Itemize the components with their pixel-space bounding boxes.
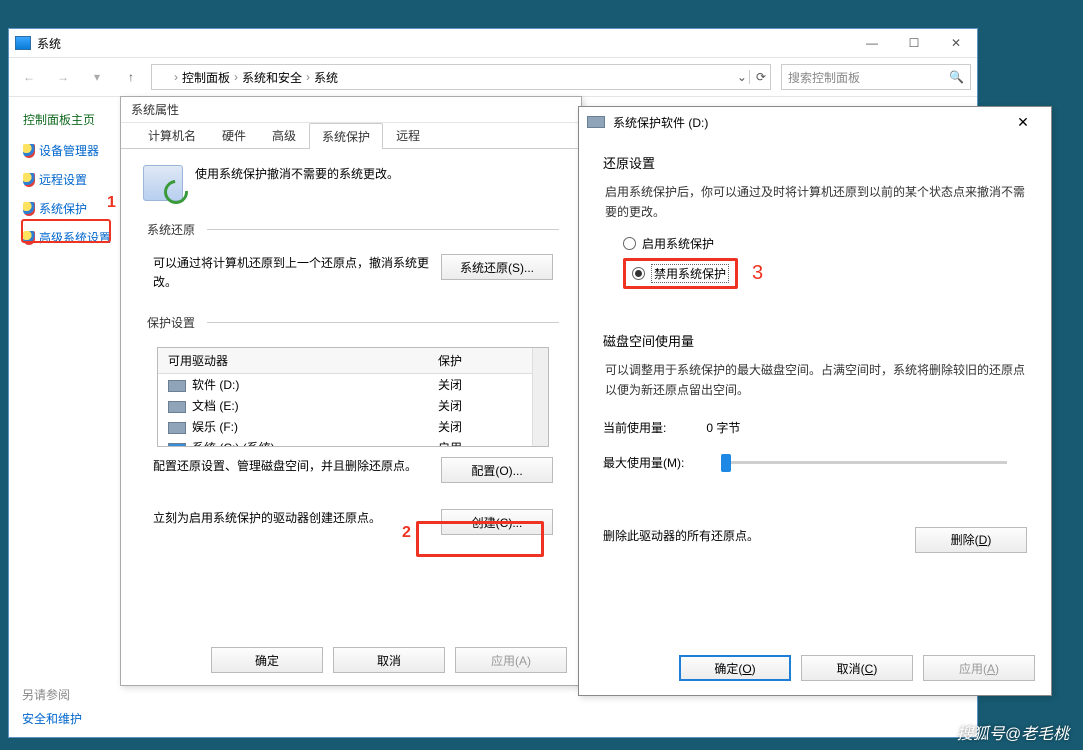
annotation-1: 1 <box>107 194 116 212</box>
sub-title-text: 系统保护软件 (D:) <box>613 114 708 131</box>
addr-dropdown[interactable]: ⌄ <box>737 70 747 84</box>
annotation-3: 3 <box>752 262 763 285</box>
drive-icon <box>168 422 186 434</box>
apply-button[interactable]: 应用(A) <box>455 647 567 673</box>
usage-desc: 可以调整用于系统保护的最大磁盘空间。占满空间时，系统将删除较旧的还原点以便为新还… <box>603 360 1027 401</box>
back-button[interactable]: ← <box>15 65 43 89</box>
system-properties-dialog: 系统属性 计算机名 硬件 高级 系统保护 远程 使用系统保护撤消不需要的系统更改… <box>120 96 582 686</box>
search-box[interactable]: 搜索控制面板 🔍 <box>781 64 971 90</box>
crumb-cat[interactable]: 系统和安全 <box>242 69 302 86</box>
apply-button[interactable]: 应用(A) <box>923 655 1035 681</box>
current-usage-label: 当前使用量: <box>603 419 703 436</box>
col-drive: 可用驱动器 <box>158 348 428 374</box>
maximize-button[interactable]: ☐ <box>893 29 935 57</box>
titlebar: 系统 — ☐ ✕ <box>9 29 977 57</box>
refresh-button[interactable]: ⟳ <box>749 70 766 84</box>
scrollbar[interactable] <box>532 348 548 446</box>
tab-advanced[interactable]: 高级 <box>259 122 309 148</box>
system-restore-button[interactable]: 系统还原(S)... <box>441 254 553 280</box>
link-system-protection[interactable]: 系统保护 <box>23 200 111 217</box>
search-placeholder: 搜索控制面板 <box>788 69 860 86</box>
drive-icon <box>168 443 186 447</box>
link-security-maintenance[interactable]: 安全和维护 <box>22 710 82 727</box>
forward-button[interactable]: → <box>49 65 77 89</box>
left-nav: 控制面板主页 设备管理器 远程设置 系统保护 高级系统设置 <box>9 97 121 737</box>
sub-titlebar: 系统保护软件 (D:) ✕ <box>579 107 1051 137</box>
link-advanced-settings[interactable]: 高级系统设置 <box>23 229 111 246</box>
radio-enable-protection[interactable]: 启用系统保护 <box>623 235 1027 252</box>
group-settings: 保护设置 <box>143 314 199 331</box>
computer-icon <box>156 71 170 83</box>
drive-icon <box>168 401 186 413</box>
radio-enable-label: 启用系统保护 <box>642 235 714 252</box>
crumb-root[interactable]: 控制面板 <box>182 69 230 86</box>
create-text: 立刻为启用系统保护的驱动器创建还原点。 <box>153 509 441 528</box>
group-restore: 系统还原 <box>143 221 199 238</box>
link-remote-settings[interactable]: 远程设置 <box>23 171 111 188</box>
ok-button[interactable]: 确定 <box>211 647 323 673</box>
system-protection-config-dialog: 系统保护软件 (D:) ✕ 还原设置 启用系统保护后，你可以通过及时将计算机还原… <box>578 106 1052 696</box>
computer-icon <box>15 36 31 50</box>
radio-disable-protection[interactable]: 禁用系统保护 <box>632 264 729 283</box>
drive-icon <box>168 380 186 392</box>
left-heading: 控制面板主页 <box>23 111 111 128</box>
restore-heading: 还原设置 <box>603 153 1027 172</box>
search-icon: 🔍 <box>949 70 964 84</box>
usage-slider[interactable] <box>721 461 1007 464</box>
minimize-button[interactable]: — <box>851 29 893 57</box>
restore-icon <box>143 165 183 201</box>
crumb-page[interactable]: 系统 <box>314 69 338 86</box>
tabs: 计算机名 硬件 高级 系统保护 远程 <box>121 123 581 149</box>
tab-system-protection[interactable]: 系统保护 <box>309 123 383 149</box>
nav-bar: ← → ▾ ↑ › 控制面板 › 系统和安全 › 系统 ⌄⟳ 搜索控制面板 🔍 <box>9 57 977 97</box>
drive-table[interactable]: 可用驱动器保护 软件 (D:)关闭 文档 (E:)关闭 娱乐 (F:)关闭 系统… <box>157 347 549 447</box>
address-bar[interactable]: › 控制面板 › 系统和安全 › 系统 ⌄⟳ <box>151 64 771 90</box>
drive-icon <box>587 116 605 128</box>
up-button[interactable]: ↑ <box>117 65 145 89</box>
usage-heading: 磁盘空间使用量 <box>603 331 1027 350</box>
slider-thumb[interactable] <box>721 454 731 472</box>
link-device-manager[interactable]: 设备管理器 <box>23 142 111 159</box>
tab-remote[interactable]: 远程 <box>383 122 433 148</box>
table-row: 软件 (D:)关闭 <box>158 374 548 396</box>
dropdown-history[interactable]: ▾ <box>83 65 111 89</box>
cancel-button[interactable]: 取消 <box>333 647 445 673</box>
max-usage-label: 最大使用量(M): <box>603 454 703 471</box>
window-title: 系统 <box>37 35 61 52</box>
restore-desc: 启用系统保护后，你可以通过及时将计算机还原到以前的某个状态点来撤消不需要的更改。 <box>603 182 1027 223</box>
table-row: 系统 (C:) (系统)启用 <box>158 437 548 447</box>
shield-icon <box>23 173 35 187</box>
configure-button[interactable]: 配置(O)... <box>441 457 553 483</box>
table-row: 娱乐 (F:)关闭 <box>158 416 548 437</box>
intro-text: 使用系统保护撤消不需要的系统更改。 <box>195 165 399 182</box>
tab-hardware[interactable]: 硬件 <box>209 122 259 148</box>
see-also-label: 另请参阅 <box>22 686 70 703</box>
radio-disable-label: 禁用系统保护 <box>651 264 729 283</box>
create-button[interactable]: 创建(C)... <box>441 509 553 535</box>
radio-icon <box>632 267 645 280</box>
annotation-box-3: 禁用系统保护 <box>623 258 738 289</box>
current-usage-value: 0 字节 <box>706 421 740 435</box>
table-row: 文档 (E:)关闭 <box>158 395 548 416</box>
cancel-button[interactable]: 取消(C) <box>801 655 913 681</box>
close-button[interactable]: ✕ <box>1003 109 1043 135</box>
tab-computer-name[interactable]: 计算机名 <box>135 122 209 148</box>
radio-icon <box>623 237 636 250</box>
col-status: 保护 <box>428 348 548 374</box>
delete-text: 删除此驱动器的所有还原点。 <box>603 527 759 544</box>
annotation-2: 2 <box>402 524 411 542</box>
config-text: 配置还原设置、管理磁盘空间，并且删除还原点。 <box>153 457 441 476</box>
close-button[interactable]: ✕ <box>935 29 977 57</box>
ok-button[interactable]: 确定(O) <box>679 655 791 681</box>
shield-icon <box>23 144 35 158</box>
shield-icon <box>23 202 35 216</box>
restore-text: 可以通过将计算机还原到上一个还原点，撤消系统更改。 <box>153 254 441 292</box>
dialog-title: 系统属性 <box>121 97 581 123</box>
delete-button[interactable]: 删除(D) <box>915 527 1027 553</box>
watermark: 搜狐号@老毛桃 <box>957 720 1069 744</box>
shield-icon <box>23 231 35 245</box>
